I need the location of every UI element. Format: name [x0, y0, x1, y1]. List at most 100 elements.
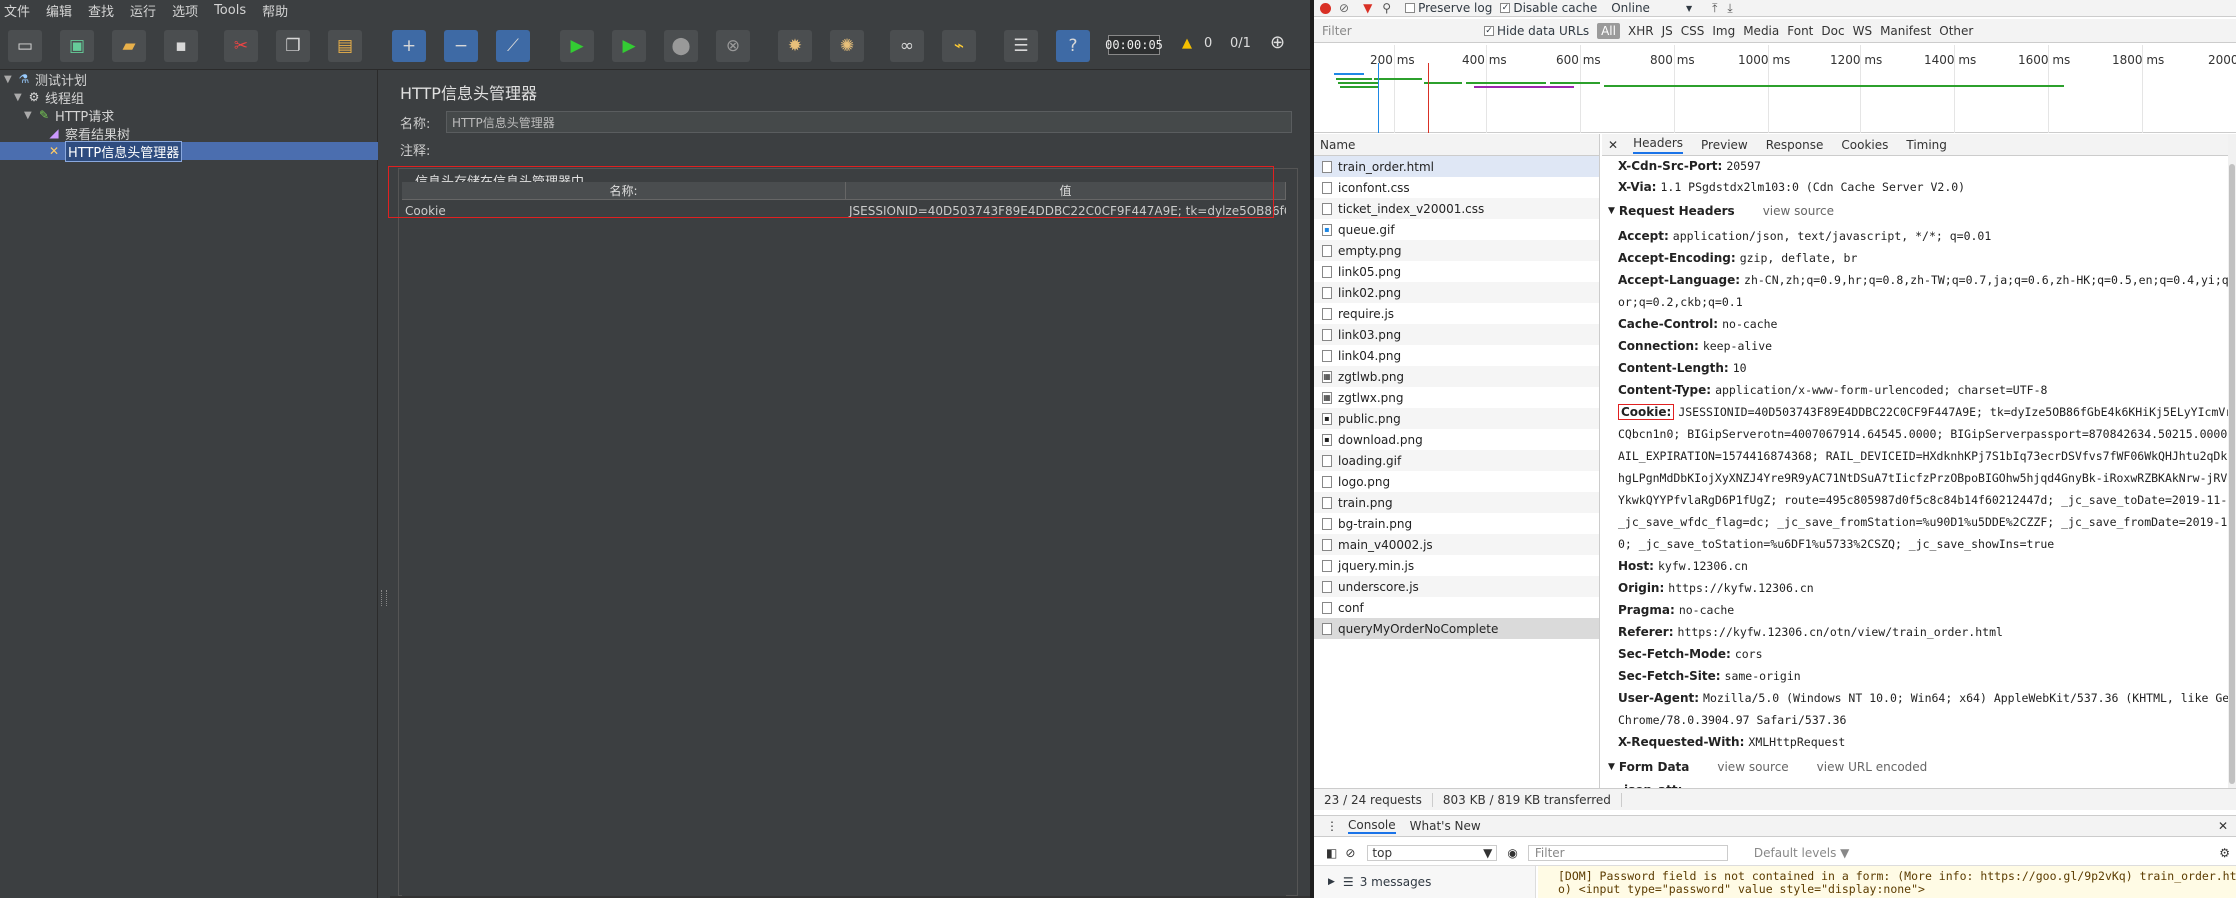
- clear-icon[interactable]: ✹: [778, 30, 812, 62]
- comment-field[interactable]: [446, 139, 1292, 161]
- header-value-cell[interactable]: JSESSIONID=40D503743F89E4DDBC22C0CF9F447…: [846, 202, 1286, 220]
- list-item[interactable]: bg-train.png: [1314, 513, 1599, 534]
- list-item[interactable]: logo.png: [1314, 471, 1599, 492]
- type-filter-font[interactable]: Font: [1787, 24, 1813, 38]
- filter-funnel-icon[interactable]: ▼: [1363, 1, 1372, 15]
- tree-toggle-icon[interactable]: ▼: [4, 74, 16, 85]
- new-icon[interactable]: ▭: [8, 30, 42, 62]
- checkbox-checked-icon[interactable]: ✓: [1484, 25, 1494, 36]
- expand-icon[interactable]: +: [392, 30, 426, 62]
- view-source-link[interactable]: view source: [1763, 204, 1834, 218]
- list-item[interactable]: ▦ zgtlwb.png: [1314, 366, 1599, 387]
- list-item[interactable]: link04.png: [1314, 345, 1599, 366]
- menu-search[interactable]: 查找: [88, 1, 114, 20]
- export-har-icon[interactable]: ⤓: [1727, 1, 1732, 16]
- type-filter-other[interactable]: Other: [1939, 24, 1973, 38]
- clear-all-icon[interactable]: ✺: [830, 30, 864, 62]
- checkbox-checked-icon[interactable]: ✓: [1500, 3, 1511, 13]
- tree-splitter[interactable]: [380, 70, 388, 898]
- menu-run[interactable]: 运行: [130, 1, 156, 20]
- menu-edit[interactable]: 编辑: [46, 1, 72, 20]
- list-item[interactable]: ▪ queue.gif: [1314, 219, 1599, 240]
- console-settings-gear-icon[interactable]: ⚙: [2219, 846, 2230, 860]
- menu-file[interactable]: 文件: [4, 1, 30, 20]
- templates-icon[interactable]: ▣: [60, 30, 94, 62]
- tree-node-thread-group[interactable]: ▼ ⚙ 线程组: [14, 88, 84, 107]
- tree-node-header-manager[interactable]: ✕ HTTP信息头管理器: [0, 140, 378, 162]
- start-icon[interactable]: ▶: [560, 30, 594, 62]
- list-item[interactable]: main_v40002.js: [1314, 534, 1599, 555]
- list-item[interactable]: ▪ public.png: [1314, 408, 1599, 429]
- type-filter-xhr[interactable]: XHR: [1628, 24, 1654, 38]
- close-drawer-icon[interactable]: ✕: [2218, 819, 2228, 833]
- menu-tools[interactable]: Tools: [214, 3, 246, 18]
- start-no-pause-icon[interactable]: ▶: [612, 30, 646, 62]
- list-item[interactable]: underscore.js: [1314, 576, 1599, 597]
- tree-toggle-icon[interactable]: ▼: [14, 92, 26, 103]
- eye-icon[interactable]: ◉: [1507, 846, 1517, 860]
- list-item[interactable]: loading.gif: [1314, 450, 1599, 471]
- splitter-grip-icon[interactable]: [381, 590, 387, 606]
- type-filter-ws[interactable]: WS: [1853, 24, 1872, 38]
- type-filter-media[interactable]: Media: [1743, 24, 1779, 38]
- record-icon[interactable]: [1320, 2, 1331, 14]
- more-menu-icon[interactable]: ⋮: [1326, 819, 1338, 833]
- list-item[interactable]: require.js: [1314, 303, 1599, 324]
- list-item[interactable]: link02.png: [1314, 282, 1599, 303]
- reset-search-broom-icon[interactable]: ⌁: [942, 30, 976, 62]
- disable-cache-checkbox[interactable]: ✓ Disable cache: [1500, 1, 1597, 15]
- search-binoculars-icon[interactable]: ∞: [890, 30, 924, 62]
- tab-headers[interactable]: Headers: [1633, 136, 1684, 154]
- clear-console-icon[interactable]: ⊘: [1345, 846, 1355, 860]
- view-source-link[interactable]: view source: [1717, 760, 1788, 774]
- name-column-header[interactable]: Name: [1314, 134, 1599, 156]
- shutdown-icon[interactable]: ⊗: [716, 30, 750, 62]
- col-name-header[interactable]: 名称:: [402, 182, 846, 199]
- list-item[interactable]: ▦ zgtlwx.png: [1314, 387, 1599, 408]
- stop-icon[interactable]: ⬤: [664, 30, 698, 62]
- tab-console[interactable]: Console: [1348, 818, 1396, 834]
- tab-whats-new[interactable]: What's New: [1410, 819, 1481, 833]
- list-item[interactable]: iconfont.css: [1314, 177, 1599, 198]
- remote-globe-icon[interactable]: ⊕: [1270, 32, 1285, 53]
- tree-node-http-request[interactable]: ▼ ✎ HTTP请求: [24, 106, 114, 125]
- search-icon[interactable]: ⚲: [1382, 1, 1391, 15]
- collapse-icon[interactable]: −: [444, 30, 478, 62]
- list-item[interactable]: ticket_index_v20001.css: [1314, 198, 1599, 219]
- console-filter-input[interactable]: Filter: [1527, 844, 1728, 861]
- header-name-cell[interactable]: Cookie: [402, 202, 846, 220]
- clear-icon[interactable]: ⊘: [1339, 1, 1349, 15]
- type-filter-manifest[interactable]: Manifest: [1880, 24, 1931, 38]
- type-filter-css[interactable]: CSS: [1681, 24, 1705, 38]
- toggle-icon[interactable]: ⟋: [496, 30, 530, 62]
- warning-icon[interactable]: ▲: [1182, 36, 1192, 51]
- type-filter-doc[interactable]: Doc: [1821, 24, 1844, 38]
- list-item[interactable]: ▪ download.png: [1314, 429, 1599, 450]
- filter-input[interactable]: Filter: [1314, 24, 1484, 38]
- hide-data-urls-checkbox[interactable]: ✓ Hide data URLs: [1484, 24, 1589, 38]
- menu-options[interactable]: 选项: [172, 1, 198, 20]
- view-url-encoded-link[interactable]: view URL encoded: [1817, 760, 1928, 774]
- close-icon[interactable]: ✕: [1608, 138, 1618, 152]
- message-group[interactable]: ▶ ☰ 3 messages: [1314, 866, 1536, 898]
- type-filter-js[interactable]: JS: [1662, 24, 1673, 38]
- tree-toggle-icon[interactable]: ▼: [24, 110, 36, 121]
- menu-help[interactable]: 帮助: [262, 1, 288, 20]
- col-value-header[interactable]: 值: [846, 182, 1286, 199]
- tab-cookies[interactable]: Cookies: [1841, 138, 1888, 152]
- tab-response[interactable]: Response: [1766, 138, 1824, 152]
- cut-icon[interactable]: ✂: [224, 30, 258, 62]
- tab-timing[interactable]: Timing: [1906, 138, 1947, 152]
- function-helper-icon[interactable]: ☰: [1004, 30, 1038, 62]
- sidebar-toggle-icon[interactable]: ◧: [1326, 846, 1337, 860]
- list-item[interactable]: link03.png: [1314, 324, 1599, 345]
- list-item[interactable]: conf: [1314, 597, 1599, 618]
- save-icon[interactable]: ▪: [164, 30, 198, 62]
- list-item[interactable]: train.png: [1314, 492, 1599, 513]
- list-item[interactable]: jquery.min.js: [1314, 555, 1599, 576]
- list-item[interactable]: empty.png: [1314, 240, 1599, 261]
- tree-node-results-tree[interactable]: ◢ 察看结果树: [34, 124, 130, 143]
- preserve-log-checkbox[interactable]: Preserve log: [1405, 1, 1492, 15]
- context-select[interactable]: top ▼: [1367, 844, 1498, 861]
- list-item[interactable]: link05.png: [1314, 261, 1599, 282]
